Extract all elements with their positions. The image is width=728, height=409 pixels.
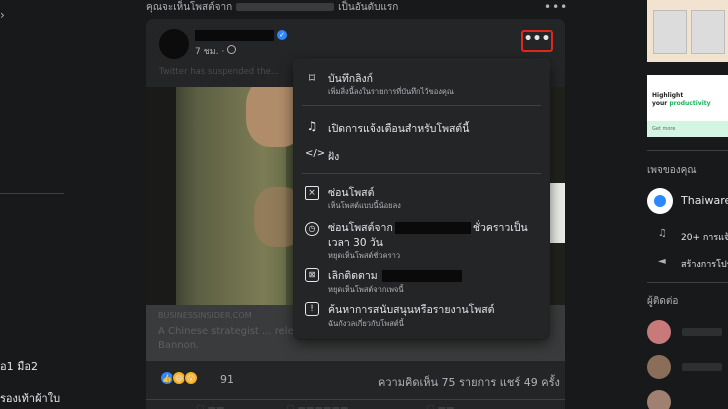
- menu-item-save-link[interactable]: ⌑ บันทึกลิงก์ เพิ่มสิ่งนี้ลงในรายการที่บ…: [294, 68, 549, 100]
- left-sidebar: › อ1 มือ2 รองเท้าผ้าใบ: [0, 0, 135, 409]
- menu-item-embed[interactable]: </> ฝัง: [294, 146, 549, 164]
- page-avatar[interactable]: [647, 188, 673, 214]
- post-actions-bar: ▢ ▬▬ ▢ ▬▬▬▬▬▬ ▢ ▬▬: [146, 399, 565, 409]
- left-divider: [0, 193, 64, 194]
- ad-caption: Get more: [652, 126, 676, 132]
- feed-header-text: คุณจะเห็นโพสต์จาก: [146, 2, 233, 13]
- right-divider: [647, 282, 728, 283]
- page-create-promo[interactable]: สร้างการโปร: [681, 257, 728, 271]
- bell-icon: ♫: [658, 228, 667, 239]
- avatar[interactable]: [159, 29, 189, 59]
- menu-item-title: ฝัง: [328, 151, 340, 163]
- report-icon: !: [305, 302, 319, 316]
- sidebar-item-group-2[interactable]: รองเท้าผ้าใบ: [0, 389, 60, 407]
- avatar[interactable]: [647, 390, 671, 409]
- code-icon: </>: [305, 148, 326, 159]
- feed-header-text-end: เป็นอันดับแรก: [338, 2, 399, 13]
- link-source: BUSINESSINSIDER.COM: [158, 311, 252, 320]
- left-chevron-icon: ›: [0, 8, 5, 22]
- contacts-heading: ผู้ติดต่อ: [647, 296, 679, 307]
- redacted-page-name: [381, 270, 462, 282]
- redacted-page-name: [394, 222, 471, 234]
- menu-item-title: ค้นหาการสนับสนุนหรือรายงานโพสต์: [328, 304, 495, 316]
- menu-item-notifications[interactable]: ♫ เปิดการแจ้งเตือนสำหรับโพสต์นี้: [294, 118, 549, 136]
- bell-icon: ♫: [306, 119, 318, 133]
- menu-item-hide-post[interactable]: × ซ่อนโพสต์ เห็นโพสต์แบบนี้น้อยลง: [294, 182, 549, 212]
- avatar[interactable]: [647, 355, 671, 379]
- bookmark-icon: ⌑: [308, 71, 316, 85]
- menu-item-subtitle: ฉันกังวลเกี่ยวกับโพสต์นี้: [328, 319, 404, 328]
- share-button-icon[interactable]: ▢ ▬▬: [426, 404, 454, 409]
- menu-item-title: บันทึกลิงก์: [328, 73, 374, 85]
- menu-item-subtitle: เพิ่มสิ่งนี้ลงในรายการที่บันทึกไว้ของคุณ: [328, 87, 454, 96]
- ad-headline: Highlight your productivity: [652, 92, 711, 107]
- wow-reaction-icon: 😮: [184, 371, 198, 385]
- sidebar-item-group-1[interactable]: อ1 มือ2: [0, 357, 38, 375]
- menu-divider: [302, 173, 541, 174]
- globe-icon: [227, 45, 236, 54]
- product-image: [653, 10, 687, 54]
- product-image: [691, 10, 725, 54]
- menu-item-unfollow[interactable]: ⊠ เลิกติดตาม หยุดเห็นโพสต์จากเพจนี้: [294, 266, 549, 296]
- megaphone-icon: ◄: [658, 256, 666, 267]
- menu-item-title: เปิดการแจ้งเตือนสำหรับโพสต์นี้: [328, 123, 470, 135]
- post-text: Twitter has suspended the...: [159, 67, 279, 77]
- page-name[interactable]: Thaiware: [681, 194, 728, 207]
- avatar[interactable]: [647, 320, 671, 344]
- sponsored-ad-image[interactable]: [647, 0, 728, 62]
- feed-header: คุณจะเห็นโพสต์จาก เป็นอันดับแรก: [146, 0, 566, 13]
- right-sidebar: Highlight your productivity Get more เพจข…: [636, 0, 728, 409]
- menu-divider: [302, 105, 541, 106]
- sponsored-ad-productivity[interactable]: Highlight your productivity Get more: [647, 75, 728, 137]
- page-notifications[interactable]: 20+ การแจ้ง: [681, 230, 728, 244]
- post-options-button[interactable]: •••: [521, 30, 553, 52]
- reaction-count[interactable]: 91: [220, 373, 234, 386]
- menu-item-subtitle: เห็นโพสต์แบบนี้น้อยลง: [328, 201, 401, 210]
- pages-heading: เพจของคุณ: [647, 165, 697, 176]
- comment-share-stats[interactable]: ความคิดเห็น 75 รายการ แชร์ 49 ครั้ง: [378, 373, 560, 391]
- clock-icon: ◷: [305, 222, 319, 236]
- menu-item-title: เลิกติดตาม: [328, 267, 462, 284]
- verified-badge-icon: ✓: [277, 30, 287, 40]
- comment-button-icon[interactable]: ▢ ▬▬▬▬▬▬: [286, 404, 348, 409]
- menu-item-report-post[interactable]: ! ค้นหาการสนับสนุนหรือรายงานโพสต์ ฉันกัง…: [294, 298, 549, 332]
- menu-item-title-line2: เวลา 30 วัน: [328, 237, 383, 249]
- more-horizontal-icon[interactable]: •••: [544, 0, 568, 14]
- menu-item-subtitle: หยุดเห็นโพสต์จากเพจนี้: [328, 285, 404, 294]
- hide-icon: ×: [305, 186, 319, 200]
- menu-item-snooze[interactable]: ◷ ซ่อนโพสต์จาก ชั่วคราวเป็น เวลา 30 วัน ห…: [294, 216, 549, 262]
- post-options-menu: ⌑ บันทึกลิงก์ เพิ่มสิ่งนี้ลงในรายการที่บ…: [294, 60, 549, 339]
- contact-name[interactable]: [682, 328, 722, 336]
- menu-item-subtitle: หยุดเห็นโพสต์ชั่วคราว: [328, 251, 401, 260]
- post-timestamp[interactable]: 7 ชม. ·: [195, 44, 224, 58]
- redacted-source: [236, 3, 335, 11]
- redacted-author-name[interactable]: [195, 30, 274, 41]
- menu-item-title: ซ่อนโพสต์: [328, 187, 375, 199]
- right-divider: [647, 150, 728, 151]
- contact-name[interactable]: [682, 363, 722, 371]
- unfollow-icon: ⊠: [305, 268, 319, 282]
- like-button-icon[interactable]: ▢ ▬▬: [196, 404, 224, 409]
